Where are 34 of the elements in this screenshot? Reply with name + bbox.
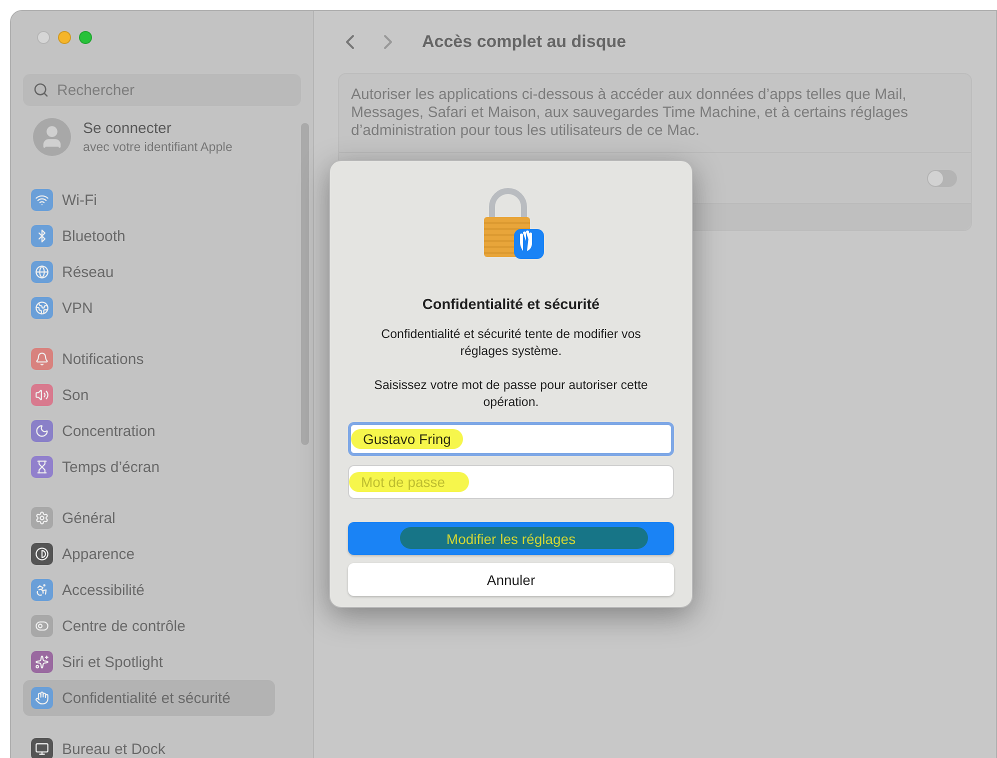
description-text: Autoriser les applications ci-dessous à accéder aux données d’apps telles que Mail, Messages, Safari et Maison, aux sauvegardes Time Machine, et à certains réglages d’administration pour tous les utilisateurs de ce Mac. (339, 74, 971, 153)
zoom-button[interactable] (79, 31, 92, 44)
sidebar-item[interactable]: Temps d’écran (23, 449, 275, 485)
minimize-button[interactable] (58, 31, 71, 44)
sidebar-item[interactable]: Accessibilité (23, 572, 275, 608)
sidebar-item[interactable]: Wi-Fi (23, 182, 275, 218)
sidebar-item[interactable]: Bureau et Dock (23, 731, 275, 758)
sidebar-item[interactable]: Concentration (23, 413, 275, 449)
sidebar-item[interactable]: Notifications (23, 341, 275, 377)
username-field[interactable]: Gustavo Fring (348, 422, 674, 456)
sidebar-item[interactable]: Réseau (23, 254, 275, 290)
confirm-button[interactable]: Modifier les réglages (348, 522, 674, 555)
sidebar-item[interactable]: Général (23, 500, 275, 536)
sidebar-item[interactable]: Son (23, 377, 275, 413)
toggle-switch[interactable] (927, 170, 957, 186)
dialog-prompt: Saisissez votre mot de passe pour autoriser cette opération. (373, 377, 649, 411)
search-field[interactable]: Rechercher (23, 74, 301, 106)
sidebar-item[interactable]: Apparence (23, 536, 275, 572)
scrollbar[interactable] (301, 123, 309, 445)
dialog-message: Confidentialité et sécurité tente de modifier vos réglages système. (380, 326, 642, 360)
avatar-icon[interactable] (33, 118, 71, 156)
account-title[interactable]: Se connecter (83, 120, 232, 137)
account-subtitle: avec votre identifiant Apple (83, 140, 232, 154)
sidebar-item[interactable]: Siri et Spotlight (23, 644, 275, 680)
dialog-title: Confidentialité et sécurité (422, 297, 600, 313)
search-icon (33, 82, 49, 98)
search-input[interactable]: Rechercher (55, 80, 279, 100)
sidebar-item[interactable]: VPN (23, 290, 275, 326)
sidebar-item[interactable]: Confidentialité et sécurité (23, 680, 275, 716)
sidebar-item[interactable]: Bluetooth (23, 218, 275, 254)
sidebar-item[interactable]: Centre de contrôle (23, 608, 275, 644)
page-title: Accès complet au disque (422, 32, 626, 52)
close-button[interactable] (37, 31, 50, 44)
cancel-button[interactable]: Annuler (348, 563, 674, 596)
